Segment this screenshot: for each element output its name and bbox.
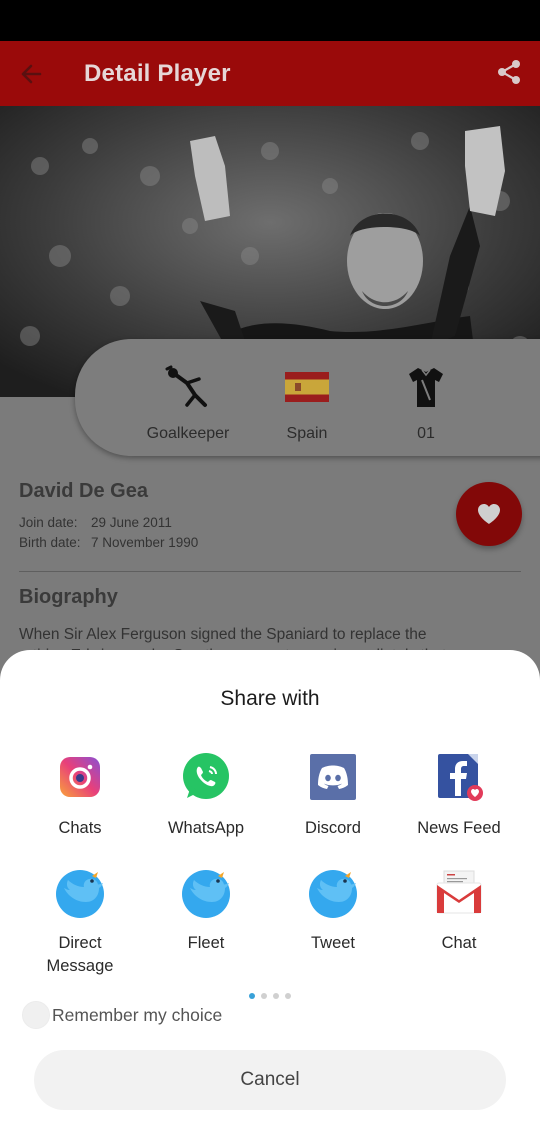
remember-choice-label: Remember my choice: [52, 1004, 223, 1025]
birth-date-value: 7 November 1990: [91, 535, 199, 550]
share-target-discord[interactable]: Discord: [270, 751, 396, 840]
back-button[interactable]: [14, 59, 48, 89]
position-label: Goalkeeper: [146, 425, 230, 442]
arrow-back-icon: [21, 64, 42, 84]
twitter-icon: [56, 870, 104, 918]
biography-line: When Sir Alex Ferguson signed the Spania…: [19, 626, 427, 643]
spain-flag-icon: [285, 372, 329, 402]
share-target-label: Tweet: [310, 934, 356, 952]
gmail-icon: [436, 870, 482, 914]
twitter-icon: [182, 870, 230, 918]
share-target-label: Chats: [58, 819, 102, 837]
heart-icon: [478, 504, 500, 524]
cancel-button[interactable]: Cancel: [34, 1050, 506, 1110]
player-name: David De Gea: [19, 480, 148, 502]
app-bar: Detail Player: [0, 41, 540, 106]
instagram-icon: [60, 757, 100, 797]
page-dot-active: [249, 993, 255, 999]
share-target-label: Fleet: [187, 934, 225, 952]
share-sheet: Share with Chats WhatsApp Discord News F…: [0, 650, 540, 1140]
share-target-label: Discord: [305, 819, 361, 837]
join-date-label: Join date:: [19, 515, 78, 530]
facebook-icon: [438, 754, 483, 801]
share-target-fleet[interactable]: Fleet: [143, 866, 269, 955]
share-target-chats[interactable]: Chats: [17, 751, 143, 840]
country-info: Spain: [252, 363, 362, 443]
share-target-label-line: Direct: [58, 934, 102, 952]
birth-date-row: Birth date: 7 November 1990: [19, 535, 198, 550]
player-info-card: Goalkeeper Spain 01: [75, 339, 540, 456]
whatsapp-icon: [183, 753, 229, 799]
page-dot: [285, 993, 291, 999]
remember-choice-option[interactable]: Remember my choice: [22, 1001, 222, 1029]
jersey-number-label: 01: [417, 425, 435, 442]
share-button[interactable]: [496, 59, 526, 89]
biography-title: Biography: [19, 586, 118, 608]
jersey-icon: [409, 368, 443, 407]
share-target-label: News Feed: [417, 819, 501, 837]
share-sheet-title: Share with: [220, 687, 320, 710]
status-bar: [0, 0, 540, 41]
share-target-label: WhatsApp: [167, 819, 245, 837]
page-title: Detail Player: [84, 60, 231, 87]
share-icon: [498, 60, 520, 84]
join-date-row: Join date: 29 June 2011: [19, 515, 172, 530]
remember-choice-radio[interactable]: [22, 1001, 50, 1029]
page-indicator: [249, 993, 291, 999]
birth-date-label: Birth date:: [19, 535, 81, 550]
share-target-label-line: Message: [46, 957, 114, 975]
goalkeeper-icon: [165, 365, 207, 407]
favorite-button[interactable]: [456, 482, 522, 546]
share-target-news-feed[interactable]: News Feed: [396, 751, 522, 840]
position-info: Goalkeeper: [133, 363, 243, 443]
join-date-value: 29 June 2011: [91, 515, 172, 530]
page-dot: [261, 993, 267, 999]
twitter-icon: [309, 870, 357, 918]
share-target-label: Chat: [441, 934, 477, 952]
share-target-chat[interactable]: Chat: [396, 866, 522, 955]
share-target-tweet[interactable]: Tweet: [270, 866, 396, 955]
page-dot: [273, 993, 279, 999]
discord-icon: [310, 754, 356, 800]
share-target-direct-message[interactable]: Direct Message: [17, 866, 143, 978]
share-target-whatsapp[interactable]: WhatsApp: [143, 751, 269, 840]
jersey-number-info: 01: [371, 363, 481, 443]
country-label: Spain: [286, 425, 328, 442]
share-target-label: Direct Message: [17, 932, 143, 978]
divider: [19, 571, 521, 572]
